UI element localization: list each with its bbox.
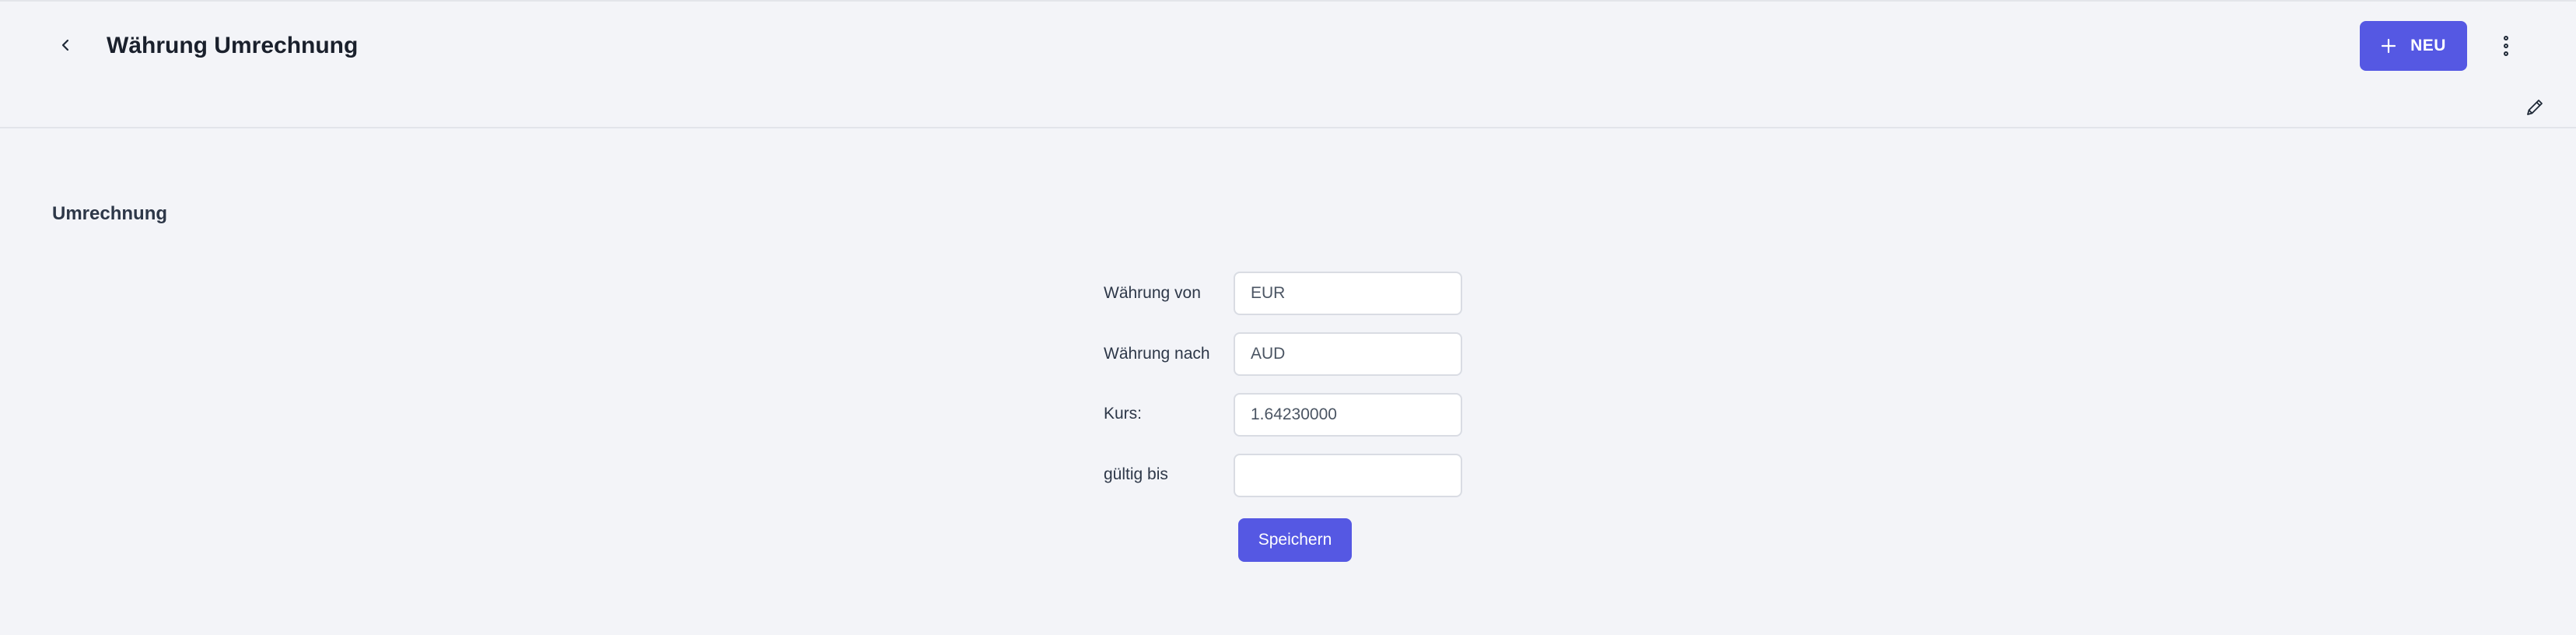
currency-to-input[interactable] (1234, 332, 1462, 376)
currency-from-input[interactable] (1234, 272, 1462, 315)
currency-to-label: Währung nach (1104, 345, 1210, 363)
more-options-button[interactable] (2494, 30, 2518, 62)
valid-until-input[interactable] (1234, 454, 1462, 497)
new-button[interactable]: NEU (2360, 21, 2467, 71)
currency-from-label: Währung von (1104, 284, 1201, 302)
save-button[interactable]: Speichern (1238, 518, 1352, 562)
rate-label: Kurs: (1104, 405, 1143, 423)
page-title: Währung Umrechnung (107, 33, 359, 58)
back-button[interactable] (51, 31, 79, 59)
pencil-icon (2527, 100, 2543, 115)
rate-input[interactable] (1234, 393, 1462, 437)
new-button-label: NEU (2410, 37, 2446, 54)
plus-icon (2381, 38, 2396, 54)
page-header: Währung Umrechnung NEU (0, 0, 2576, 128)
valid-until-label: gültig bis (1104, 465, 1168, 483)
kebab-vertical-icon (2504, 36, 2508, 56)
edit-button[interactable] (2522, 95, 2547, 120)
section-title: Umrechnung (52, 203, 168, 224)
chevron-left-icon (61, 39, 69, 51)
